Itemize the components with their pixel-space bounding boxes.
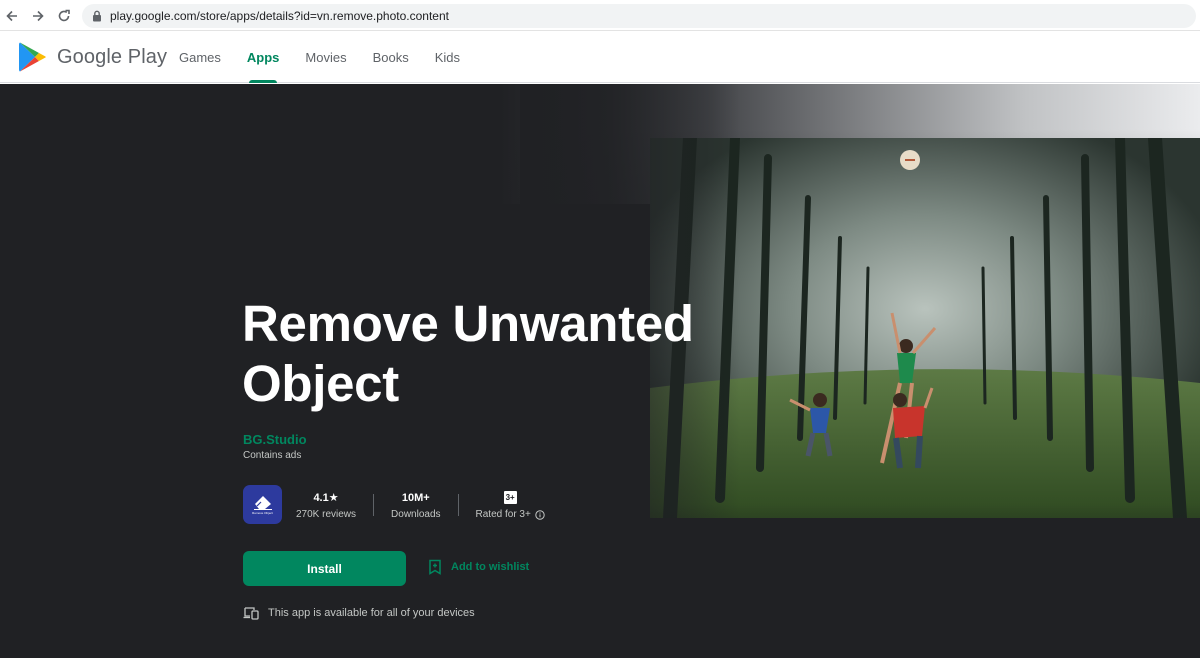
lock-icon bbox=[92, 9, 102, 27]
nav-books[interactable]: Books bbox=[373, 31, 409, 83]
rating-value: 4.1★ bbox=[313, 492, 339, 504]
nav-movies[interactable]: Movies bbox=[305, 31, 346, 83]
top-nav: Games Apps Movies Books Kids bbox=[179, 31, 486, 83]
ads-notice: Contains ads bbox=[243, 450, 302, 461]
address-bar[interactable]: play.google.com/store/apps/details?id=vn… bbox=[82, 4, 1196, 28]
content-rating-stat: 3+ Rated for 3+ bbox=[476, 490, 545, 520]
info-icon[interactable] bbox=[535, 509, 545, 520]
wishlist-label: Add to wishlist bbox=[451, 561, 530, 573]
bookmark-add-icon bbox=[429, 559, 441, 575]
rating-stat[interactable]: 4.1★ 270K reviews bbox=[296, 490, 356, 520]
browser-toolbar: play.google.com/store/apps/details?id=vn… bbox=[0, 0, 1200, 31]
google-play-logo[interactable]: Google Play bbox=[18, 41, 167, 73]
stat-divider bbox=[373, 494, 375, 516]
devices-notice-text: This app is available for all of your de… bbox=[268, 607, 475, 619]
downloads-value: 10M+ bbox=[401, 491, 430, 504]
add-to-wishlist-button[interactable]: Add to wishlist bbox=[428, 559, 529, 575]
play-header: Google Play Games Apps Movies Books Kids bbox=[0, 31, 1200, 83]
url-text: play.google.com/store/apps/details?id=vn… bbox=[110, 9, 449, 23]
nav-apps[interactable]: Apps bbox=[247, 31, 279, 83]
install-button[interactable]: Install bbox=[243, 551, 406, 586]
hero-fade-bottom bbox=[600, 504, 1200, 584]
app-title: Remove Unwanted Object bbox=[242, 294, 722, 414]
app-icon: Remove Object bbox=[243, 485, 282, 524]
devices-notice: This app is available for all of your de… bbox=[243, 606, 475, 620]
app-icon-label: Remove Object bbox=[252, 511, 273, 515]
content-rating-label: Rated for 3+ bbox=[475, 509, 531, 520]
content-rating-badge: 3+ bbox=[503, 491, 517, 504]
app-title-line-2: Object bbox=[242, 355, 399, 412]
logo-text: Google Play bbox=[57, 45, 168, 68]
google-play-icon bbox=[19, 42, 46, 72]
eraser-icon bbox=[253, 496, 272, 510]
nav-kids[interactable]: Kids bbox=[435, 31, 460, 83]
devices-icon bbox=[243, 607, 259, 620]
downloads-label: Downloads bbox=[391, 509, 441, 520]
reload-icon[interactable] bbox=[54, 6, 74, 26]
arrow-right-icon[interactable] bbox=[28, 6, 48, 26]
app-stats: 4.1★ 270K reviews 10M+ Downloads 3+ Rate… bbox=[296, 490, 545, 520]
arrow-left-icon[interactable] bbox=[2, 6, 22, 26]
developer-link[interactable]: BG.Studio bbox=[243, 432, 307, 447]
app-title-line-1: Remove Unwanted bbox=[242, 295, 694, 352]
downloads-stat: 10M+ Downloads bbox=[391, 490, 441, 521]
reviews-count: 270K reviews bbox=[296, 509, 357, 520]
nav-games[interactable]: Games bbox=[179, 31, 221, 83]
app-hero: Remove Unwanted Object BG.Studio Contain… bbox=[0, 84, 1200, 658]
stat-divider bbox=[457, 494, 459, 516]
